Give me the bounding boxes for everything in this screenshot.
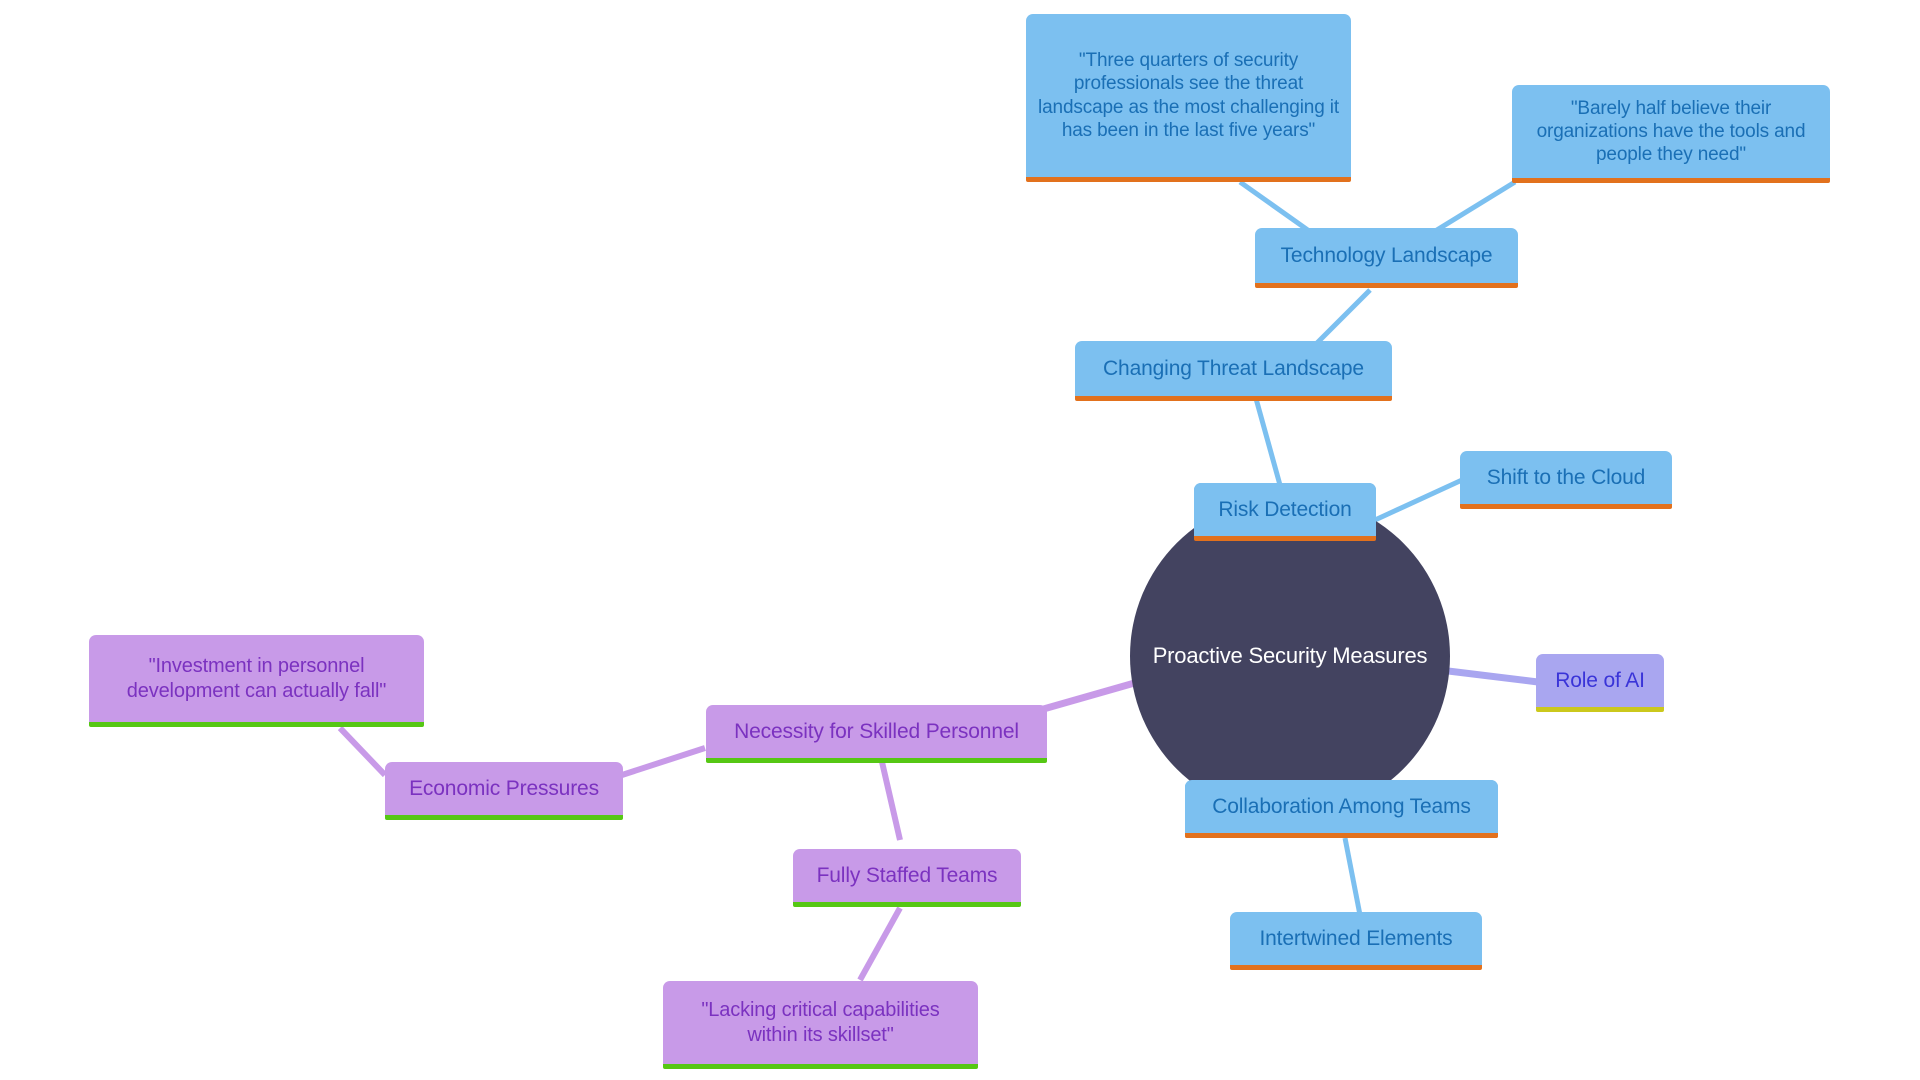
node-economic-pressures[interactable]: Economic Pressures — [385, 762, 623, 820]
edge-risk-detection-changing-threat — [1252, 394, 1283, 486]
edge-necessity-economic — [621, 745, 706, 778]
edge-fully-staffed-quote-lacking — [857, 906, 903, 982]
node-quote-three-quarters[interactable]: "Three quarters of security professional… — [1026, 14, 1351, 182]
node-necessity-for-skilled-personnel[interactable]: Necessity for Skilled Personnel — [706, 705, 1047, 763]
node-fully-staffed-teams[interactable]: Fully Staffed Teams — [793, 849, 1021, 907]
node-role-of-ai[interactable]: Role of AI — [1536, 654, 1664, 712]
center-node-label: Proactive Security Measures — [1152, 643, 1428, 668]
edge-necessity-fully-staffed — [879, 761, 903, 841]
node-risk-detection-overlay[interactable]: Risk Detection — [1194, 483, 1376, 541]
node-shift-to-the-cloud[interactable]: Shift to the Cloud — [1460, 451, 1672, 509]
mind-map-canvas: "Three quarters of security professional… — [0, 0, 1920, 1080]
edge-collaboration-intertwined — [1342, 837, 1363, 916]
node-center-proactive-security-measures[interactable]: Proactive Security Measures — [1130, 496, 1450, 816]
node-collaboration-among-teams-overlay[interactable]: Collaboration Among Teams — [1185, 780, 1498, 838]
edge-economic-quote-investment — [337, 725, 388, 778]
node-quote-lacking[interactable]: "Lacking critical capabilities within it… — [663, 981, 978, 1069]
edge-center-necessity — [1039, 678, 1139, 714]
node-intertwined-elements[interactable]: Intertwined Elements — [1230, 912, 1482, 970]
edge-center-role-of-ai — [1439, 666, 1539, 686]
node-changing-threat-landscape[interactable]: Changing Threat Landscape — [1075, 341, 1392, 401]
node-technology-landscape[interactable]: Technology Landscape — [1255, 228, 1518, 288]
edge-technology-quote-three-quarters — [1238, 179, 1314, 236]
node-quote-barely-half[interactable]: "Barely half believe their organizations… — [1512, 85, 1830, 183]
node-quote-investment[interactable]: "Investment in personnel development can… — [89, 635, 424, 727]
edge-risk-detection-shift-cloud — [1373, 477, 1464, 523]
edge-technology-quote-barely-half — [1430, 179, 1517, 236]
